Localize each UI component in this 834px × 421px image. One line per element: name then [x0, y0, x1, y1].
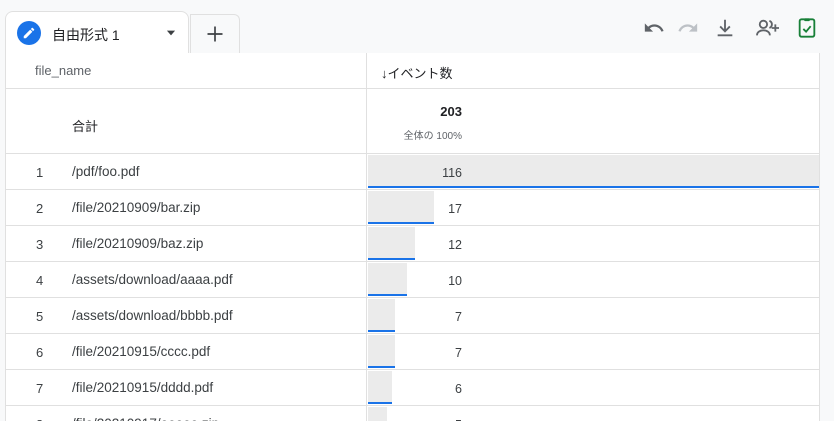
- plus-icon: [207, 26, 223, 42]
- table-row[interactable]: 1/pdf/foo.pdf 116: [6, 154, 819, 190]
- table-header-row: file_name ↓イベント数: [6, 53, 819, 89]
- data-table: file_name ↓イベント数 合計 203 全体の 100% 1/pdf/f…: [5, 53, 820, 421]
- value-bar: [368, 191, 434, 224]
- tab-bar: 自由形式 1: [0, 0, 834, 54]
- table-row[interactable]: 3/file/20210909/baz.zip 12: [6, 226, 819, 262]
- table-row[interactable]: 5/assets/download/bbbb.pdf 7: [6, 298, 819, 334]
- file-name-cell[interactable]: /file/20210915/cccc.pdf: [72, 344, 210, 359]
- save-check-icon[interactable]: [796, 17, 818, 39]
- table-row[interactable]: 7/file/20210915/dddd.pdf 6: [6, 370, 819, 406]
- total-row: 合計 203 全体の 100%: [6, 89, 819, 154]
- file-name-cell[interactable]: /file/20210915/dddd.pdf: [72, 380, 213, 395]
- redo-icon[interactable]: [677, 17, 699, 39]
- file-name-cell[interactable]: /file/20210909/baz.zip: [72, 236, 203, 251]
- row-index: 8: [36, 417, 43, 421]
- row-index: 3: [36, 237, 44, 252]
- tab-label: 自由形式 1: [52, 27, 120, 43]
- value-bar: [368, 299, 395, 332]
- event-count-cell: 17: [448, 202, 462, 216]
- row-index: 2: [36, 201, 44, 216]
- row-index: 4: [36, 273, 44, 288]
- row-index: 7: [36, 381, 44, 396]
- table-row[interactable]: 8/file/20210917/eeeee.zip5: [6, 406, 819, 421]
- row-index: 5: [36, 309, 44, 324]
- file-name-cell[interactable]: /assets/download/bbbb.pdf: [72, 308, 233, 323]
- total-value: 203: [440, 104, 462, 119]
- event-count-cell: 12: [448, 238, 462, 252]
- share-icon[interactable]: [755, 17, 781, 39]
- event-count-cell: 116: [442, 166, 462, 180]
- value-bar: [368, 263, 407, 296]
- total-label: 合計: [72, 119, 99, 134]
- row-index: 1: [36, 165, 44, 180]
- row-index: 6: [36, 345, 44, 360]
- file-name-cell[interactable]: /assets/download/aaaa.pdf: [72, 272, 233, 287]
- event-count-cell: 10: [448, 274, 462, 288]
- dimension-header[interactable]: file_name: [35, 63, 91, 78]
- file-name-cell[interactable]: /file/20210909/bar.zip: [72, 200, 200, 215]
- table-row[interactable]: 6/file/20210915/cccc.pdf 7: [6, 334, 819, 370]
- value-bar: [368, 227, 415, 260]
- download-icon[interactable]: [714, 17, 736, 39]
- value-bar: [368, 371, 392, 404]
- add-tab-button[interactable]: [190, 14, 240, 54]
- event-count-cell: 6: [455, 382, 462, 396]
- pencil-icon[interactable]: [17, 21, 41, 45]
- value-bar: [368, 407, 387, 421]
- metric-header[interactable]: ↓イベント数: [381, 63, 453, 82]
- value-bar: [368, 335, 395, 368]
- event-count-cell: 7: [455, 310, 462, 324]
- column-divider: [366, 53, 367, 421]
- event-count-cell: 7: [455, 346, 462, 360]
- table-row[interactable]: 2/file/20210909/bar.zip 17: [6, 190, 819, 226]
- file-name-cell[interactable]: /file/20210917/eeeee.zip: [72, 416, 219, 421]
- value-bar: [368, 155, 819, 188]
- file-name-cell[interactable]: /pdf/foo.pdf: [72, 164, 140, 179]
- undo-icon[interactable]: [643, 17, 665, 39]
- table-row[interactable]: 4/assets/download/aaaa.pdf 10: [6, 262, 819, 298]
- caret-down-icon[interactable]: [164, 26, 178, 40]
- exploration-tab[interactable]: 自由形式 1: [5, 11, 189, 54]
- total-percent: 全体の 100%: [403, 131, 462, 142]
